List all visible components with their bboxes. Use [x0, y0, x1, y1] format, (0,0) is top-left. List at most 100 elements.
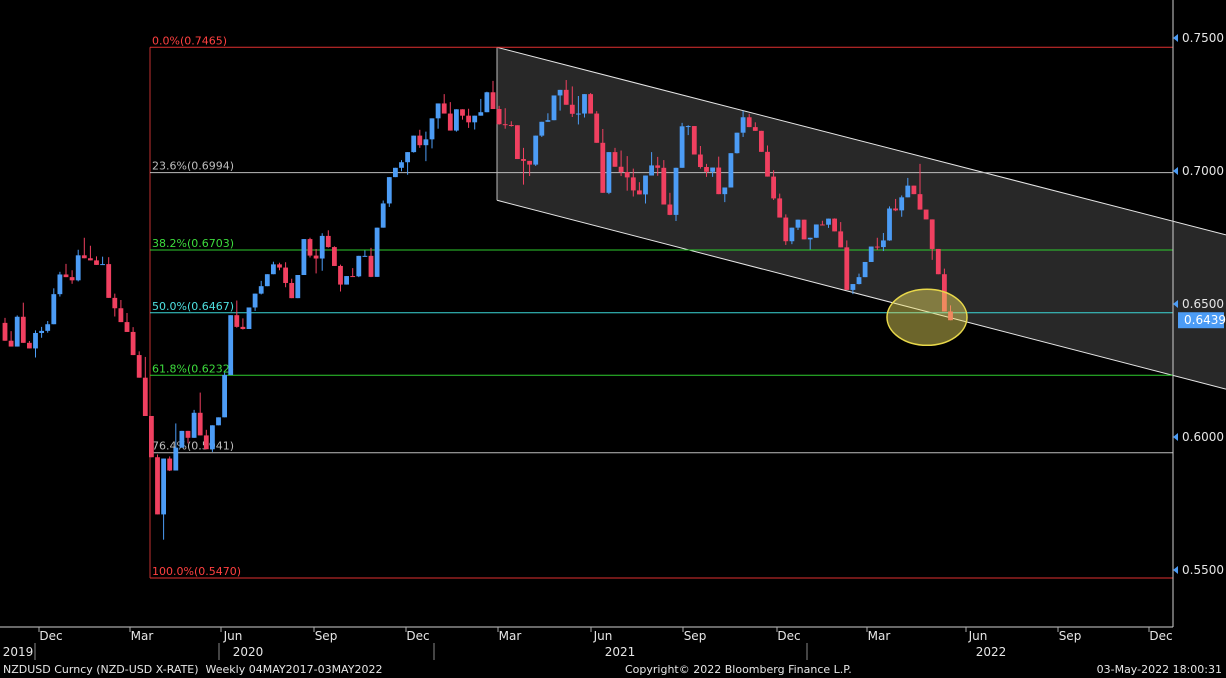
candle-body-61	[374, 227, 380, 277]
candle-body-45	[277, 264, 282, 268]
month-label-5: Mar	[499, 629, 522, 643]
candle-body-101	[618, 166, 624, 173]
candle-body-39	[240, 326, 246, 330]
candle-body-87	[533, 135, 539, 165]
candle-body-15	[94, 260, 99, 265]
candle-body-53	[325, 235, 331, 248]
candle-body-66	[405, 152, 410, 163]
month-label-10: Jun	[968, 629, 988, 643]
candle-body-103	[630, 177, 636, 191]
candle-body-60	[368, 255, 374, 277]
candle-body-69	[423, 139, 429, 146]
candle-body-55	[338, 265, 343, 285]
month-label-12: Dec	[1149, 629, 1172, 643]
candle-body-71	[435, 103, 441, 119]
candle-body-65	[399, 162, 404, 168]
candle-body-81	[496, 109, 502, 125]
candle-body-1	[8, 340, 14, 347]
candle-body-89	[545, 120, 551, 122]
candle-body-37	[228, 315, 234, 376]
candle-body-134	[820, 224, 825, 226]
candle-body-141	[862, 261, 868, 278]
candle-body-46	[283, 267, 288, 283]
candle-body-147	[899, 197, 905, 211]
candle-body-47	[289, 282, 295, 299]
candle-body-77	[472, 115, 478, 123]
candle-body-133	[813, 224, 819, 238]
candle-body-59	[362, 255, 368, 257]
candle-body-120	[734, 132, 740, 154]
month-label-8: Dec	[777, 629, 800, 643]
last-price-value: 0.6439	[1184, 313, 1226, 327]
candle-body-52	[319, 235, 325, 259]
candle-body-132	[807, 237, 813, 240]
candle-body-68	[417, 135, 423, 146]
month-label-7: Sep	[684, 629, 707, 643]
candle-body-9	[57, 274, 63, 295]
candle-body-150	[917, 194, 923, 210]
candle-body-11	[69, 277, 75, 281]
period-label: Weekly 04MAY2017-03MAY2022	[205, 663, 383, 676]
candle-body-127	[777, 198, 783, 218]
candle-body-36	[222, 375, 227, 418]
candle-body-64	[393, 167, 398, 178]
candle-body-140	[856, 277, 862, 285]
candle-body-92	[563, 89, 569, 105]
candle-body-93	[569, 104, 575, 114]
year-label-2: 2021	[605, 645, 636, 659]
candle-body-122	[746, 117, 752, 128]
candle-body-28	[173, 447, 179, 471]
candle-body-63	[386, 177, 392, 204]
candle-body-111	[679, 126, 685, 168]
candle-body-118	[722, 187, 728, 195]
candle-body-116	[710, 167, 715, 172]
y-tick-marker-0	[1173, 566, 1178, 574]
year-label-1: 2020	[233, 645, 264, 659]
candle-body-40	[246, 307, 252, 330]
candle-body-20	[124, 322, 130, 332]
candle-body-114	[698, 154, 703, 168]
candle-body-88	[539, 121, 545, 136]
year-label-3: 2022	[976, 645, 1007, 659]
candle-body-42	[258, 286, 264, 294]
highlight-zone	[886, 288, 968, 347]
candle-body-121	[740, 117, 746, 133]
candle-body-14	[88, 258, 93, 261]
candle-body-31	[191, 412, 197, 438]
month-label-11: Sep	[1059, 629, 1082, 643]
y-tick-label-0: 0.5500	[1182, 563, 1224, 577]
candle-body-54	[332, 247, 337, 266]
candle-body-128	[783, 217, 789, 242]
candle-body-119	[728, 153, 734, 188]
candle-body-151	[923, 209, 929, 220]
candle-body-91	[557, 89, 563, 96]
candle-body-22	[136, 355, 142, 378]
candle-body-95	[582, 94, 587, 114]
candle-body-153	[935, 248, 941, 275]
candle-body-30	[185, 430, 191, 438]
candle-body-148	[905, 185, 911, 198]
candle-body-5	[33, 332, 38, 349]
candle-body-129	[789, 227, 795, 242]
candle-body-143	[874, 246, 880, 248]
channel-fill	[497, 47, 1226, 390]
candle-body-82	[502, 124, 508, 126]
instrument-name: NZDUSD Curncy (NZD-USD X-RATE)	[3, 663, 199, 676]
candle-body-57	[350, 276, 356, 278]
candle-body-10	[63, 274, 69, 278]
candle-body-13	[81, 255, 87, 259]
candle-body-21	[130, 331, 136, 356]
candle-body-51	[313, 255, 319, 259]
candle-body-67	[411, 135, 417, 153]
copyright: Copyright© 2022 Bloomberg Finance L.P.	[625, 663, 852, 676]
candle-body-96	[588, 94, 593, 114]
fib-label-3: 50.0%(0.6467)	[152, 300, 234, 313]
y-tick-label-1: 0.6000	[1182, 430, 1224, 444]
highlight-ellipse	[886, 288, 968, 347]
candle-body-26	[161, 458, 166, 515]
candle-body-62	[380, 203, 386, 228]
candle-body-102	[624, 172, 630, 178]
candle-body-24	[149, 415, 154, 458]
candle-body-23	[142, 377, 148, 416]
month-label-1: Mar	[131, 629, 154, 643]
